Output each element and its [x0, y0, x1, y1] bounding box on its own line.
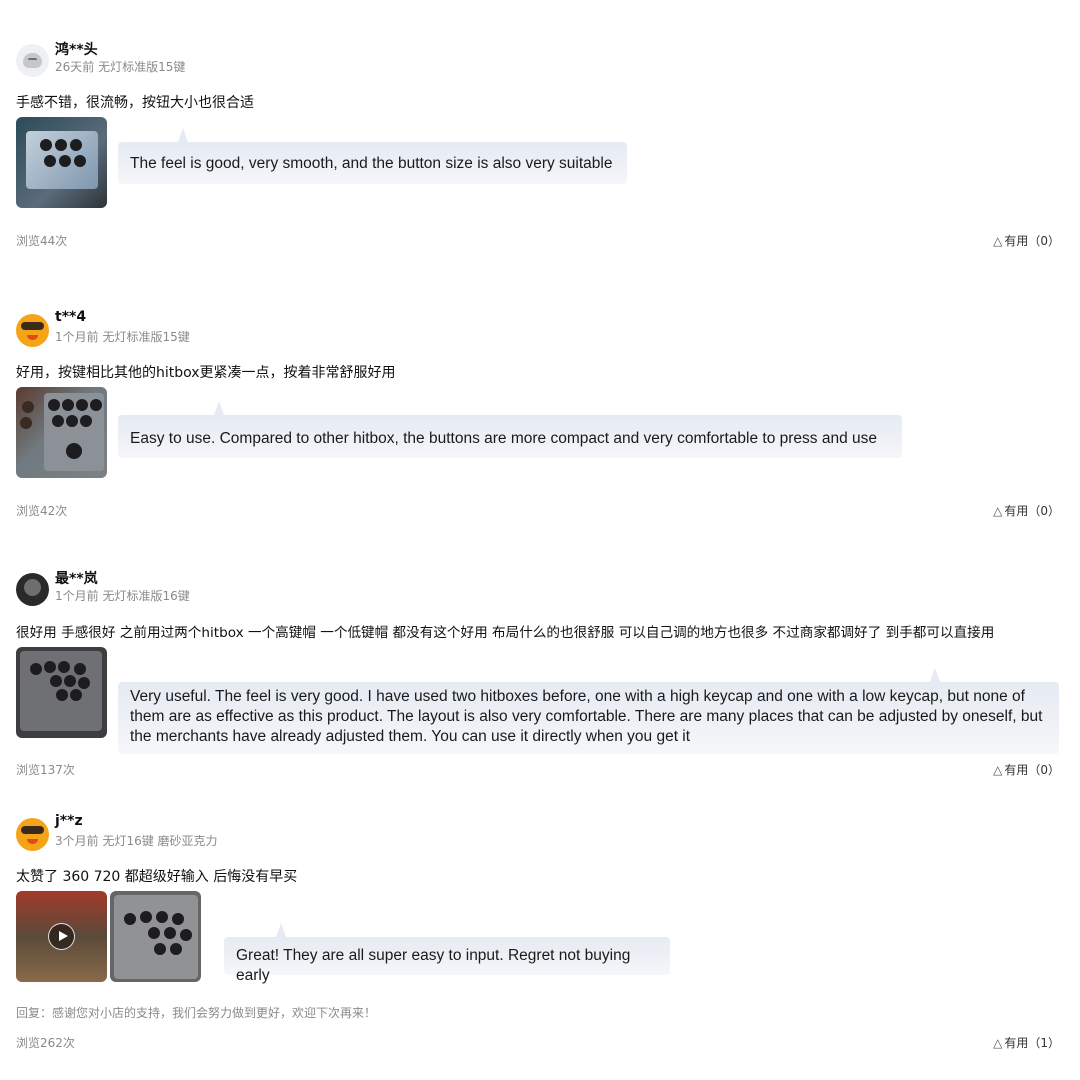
view-count: 浏览262次 — [16, 1036, 75, 1050]
avatar[interactable] — [16, 314, 49, 347]
review-text: 手感不错，很流畅，按钮大小也很合适 — [16, 95, 254, 111]
review-video[interactable] — [16, 891, 107, 982]
triangle-outline-icon: △ — [993, 1036, 1003, 1050]
review-meta: 3个月前 无灯16键 磨砂亚克力 — [55, 834, 218, 848]
hitbox-image — [26, 131, 98, 189]
translation-text: Very useful. The feel is very good. I ha… — [130, 688, 1043, 745]
translation-bubble: Very useful. The feel is very good. I ha… — [118, 682, 1059, 754]
view-count: 浏览137次 — [16, 763, 75, 777]
translation-text: The feel is good, very smooth, and the b… — [130, 155, 613, 172]
triangle-outline-icon: △ — [993, 234, 1003, 248]
view-count: 浏览44次 — [16, 234, 68, 248]
username[interactable]: 鸿**头 — [55, 39, 98, 59]
review-photo[interactable] — [16, 117, 107, 208]
useful-label: 有用（0） — [1004, 763, 1060, 777]
review-photo[interactable] — [16, 647, 107, 738]
review-text: 好用，按键相比其他的hitbox更紧凑一点，按着非常舒服好用 — [16, 365, 396, 381]
review-text: 太赞了 360 720 都超级好输入 后悔没有早买 — [16, 869, 298, 885]
username[interactable]: j**z — [55, 813, 83, 829]
hitbox-image — [20, 651, 102, 731]
review-text: 很好用 手感很好 之前用过两个hitbox 一个高键帽 一个低键帽 都没有这个好… — [16, 625, 995, 641]
useful-label: 有用（0） — [1004, 234, 1060, 248]
review-photo[interactable] — [16, 387, 107, 478]
avatar[interactable] — [16, 818, 49, 851]
translation-text: Easy to use. Compared to other hitbox, t… — [130, 430, 877, 447]
avatar[interactable] — [16, 44, 49, 77]
hitbox-image — [44, 393, 104, 471]
play-icon[interactable] — [48, 923, 75, 950]
merchant-reply: 回复：感谢您对小店的支持，我们会努力做到更好，欢迎下次再来！ — [16, 1006, 377, 1020]
translation-bubble: The feel is good, very smooth, and the b… — [118, 142, 627, 184]
username[interactable]: t**4 — [55, 309, 86, 325]
translation-bubble: Great! They are all super easy to input.… — [224, 937, 670, 984]
review-meta: 1个月前 无灯标准版16键 — [55, 589, 190, 603]
review-meta: 1个月前 无灯标准版15键 — [55, 330, 190, 344]
avatar[interactable] — [16, 573, 49, 606]
translation-bubble: Easy to use. Compared to other hitbox, t… — [118, 415, 902, 458]
triangle-outline-icon: △ — [993, 763, 1003, 777]
useful-button[interactable]: △ 有用（1） — [993, 1034, 1060, 1051]
username[interactable]: 最**岚 — [55, 568, 98, 588]
triangle-outline-icon: △ — [993, 504, 1003, 518]
translation-text: Great! They are all super easy to input.… — [236, 947, 631, 984]
review-photo[interactable] — [110, 891, 201, 982]
view-count: 浏览42次 — [16, 504, 68, 518]
useful-button[interactable]: △ 有用（0） — [993, 232, 1060, 249]
useful-button[interactable]: △ 有用（0） — [993, 502, 1060, 519]
useful-label: 有用（0） — [1004, 504, 1060, 518]
useful-label: 有用（1） — [1004, 1036, 1060, 1050]
review-meta: 26天前 无灯标准版15键 — [55, 60, 186, 74]
useful-button[interactable]: △ 有用（0） — [993, 761, 1060, 778]
hitbox-image — [114, 895, 198, 979]
